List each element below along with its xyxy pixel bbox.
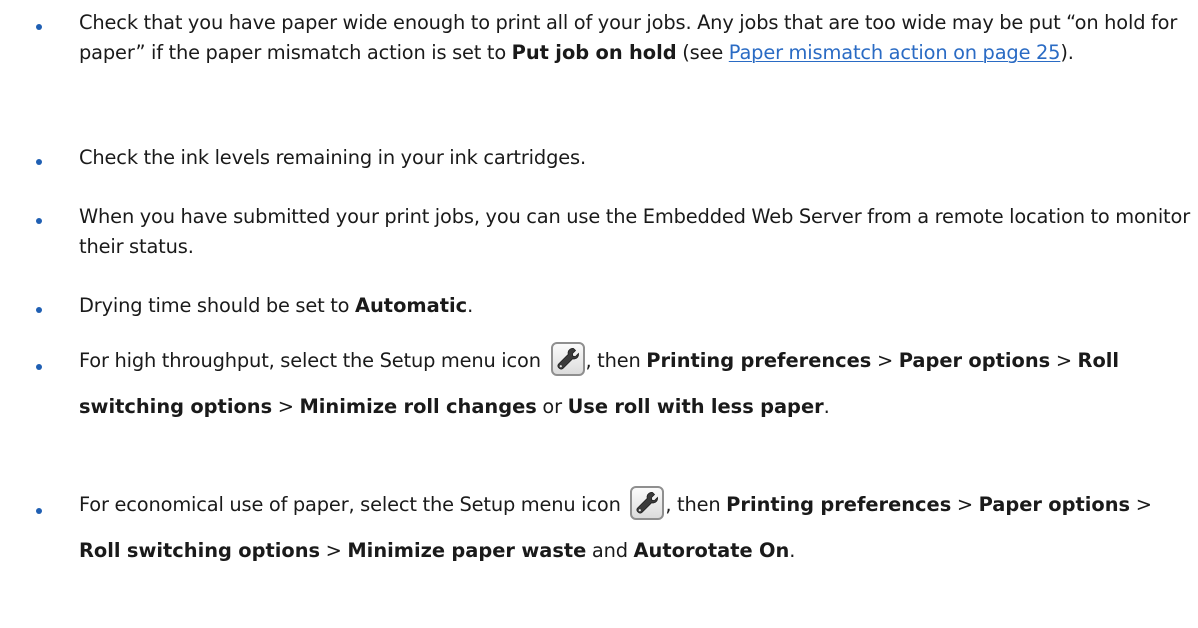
bold-term: Paper options: [978, 493, 1131, 516]
text-run: >: [1130, 493, 1152, 516]
text-run: >: [951, 493, 979, 516]
bullet-text: For economical use of paper, select the …: [79, 482, 1191, 574]
bullet-point: [36, 159, 42, 165]
text-run: When you have submitted your print jobs,…: [79, 205, 1191, 258]
text-run: >: [1050, 349, 1078, 372]
text-run: >: [871, 349, 899, 372]
bullet-text: When you have submitted your print jobs,…: [79, 202, 1191, 261]
bullet-text: For high throughput, select the Setup me…: [79, 338, 1191, 430]
text-run: .: [467, 294, 474, 317]
bold-term: Printing preferences: [646, 349, 872, 372]
bullet-point: [36, 364, 42, 370]
bold-term: Minimize roll changes: [299, 395, 537, 418]
text-run: >: [320, 539, 348, 562]
bold-term: Printing preferences: [726, 493, 952, 516]
text-run: Check the ink levels remaining in your i…: [79, 146, 586, 169]
text-run: , then: [665, 493, 727, 516]
document-page: Check that you have paper wide enough to…: [0, 0, 1198, 628]
setup-menu-wrench-icon: [630, 486, 665, 520]
bold-term: Autorotate On: [633, 539, 790, 562]
bullet-text: Check that you have paper wide enough to…: [79, 8, 1191, 67]
text-run: Drying time should be set to: [79, 294, 355, 317]
text-run: ).: [1060, 40, 1074, 64]
cross-reference-link[interactable]: Paper mismatch action on page 25: [729, 41, 1061, 64]
bullet-text: Drying time should be set to Automatic.: [79, 291, 1191, 321]
text-run: .: [789, 539, 796, 562]
bullet-point: [36, 508, 42, 514]
text-run: and: [586, 539, 634, 562]
setup-menu-wrench-icon: [550, 342, 585, 376]
text-run: For economical use of paper, select the …: [79, 493, 627, 516]
bold-term: Minimize paper waste: [347, 539, 587, 562]
text-run: >: [272, 395, 300, 418]
bullet-point: [36, 307, 42, 313]
bold-term: Use roll with less paper: [567, 395, 824, 418]
bullet-point: [36, 218, 42, 224]
text-run: (see: [676, 40, 729, 64]
text-run: , then: [585, 349, 647, 372]
bold-term: Roll switching options: [79, 539, 321, 562]
bullet-text: Check the ink levels remaining in your i…: [79, 143, 1191, 173]
bold-term: Automatic: [355, 294, 468, 317]
bold-term: Put job on hold: [511, 40, 677, 64]
text-run: or: [536, 395, 568, 418]
bullet-point: [36, 24, 42, 30]
bold-term: Paper options: [898, 349, 1051, 372]
text-run: .: [823, 395, 830, 418]
text-run: For high throughput, select the Setup me…: [79, 349, 547, 372]
